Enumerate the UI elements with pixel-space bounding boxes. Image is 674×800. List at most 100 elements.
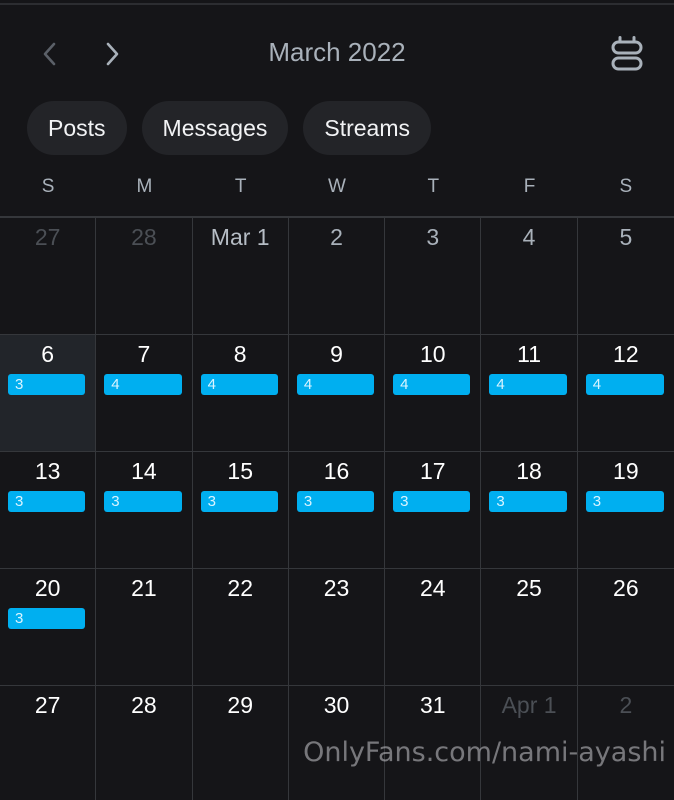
weekday-label: M [136, 176, 153, 197]
day-cell[interactable]: 30 [289, 686, 386, 800]
weekday-header: S M T W T F S [0, 176, 674, 198]
event-count-badge[interactable]: 3 [296, 491, 375, 512]
view-toggle-button[interactable] [604, 32, 650, 76]
day-cell[interactable]: 84 [192, 335, 289, 452]
day-number: 11 [517, 341, 541, 367]
day-cell[interactable]: 18 3 [481, 452, 578, 569]
event-count-badge[interactable]: 3 [8, 608, 86, 629]
day-cell[interactable]: 20 3 [0, 569, 97, 686]
weekday-label: S [41, 176, 55, 197]
filter-chip-streams[interactable]: Streams [303, 101, 431, 155]
day-cell[interactable]: 21 [96, 569, 193, 686]
event-count-badge[interactable]: 3 [489, 491, 567, 512]
day-number: 12 [613, 341, 639, 367]
day-cell[interactable]: 16 3 [288, 452, 386, 569]
day-cell[interactable]: 4 [481, 218, 578, 335]
day-number: 28 [131, 692, 157, 718]
day-number: 9 [330, 341, 343, 367]
weekday-label: W [328, 176, 346, 197]
day-cell[interactable]: 74 [96, 335, 193, 452]
day-cell[interactable]: 63 [0, 335, 97, 452]
filter-chip-posts[interactable]: Posts [27, 101, 127, 155]
weekday-label: F [523, 176, 536, 197]
day-cell[interactable]: 17 3 [385, 452, 482, 569]
day-number: 8 [233, 341, 247, 367]
day-number: 20 [34, 575, 61, 601]
day-cell[interactable]: 27 [0, 686, 97, 800]
day-cell[interactable]: 29 [193, 686, 289, 800]
day-number: 2 [619, 692, 633, 718]
event-count-badge[interactable]: 3 [200, 491, 278, 512]
previous-month-button[interactable] [30, 34, 70, 74]
day-cell[interactable]: 94 [288, 335, 386, 452]
day-number: 21 [131, 575, 157, 601]
event-count-badge[interactable]: 4 [393, 374, 471, 395]
day-number: 31 [419, 692, 446, 718]
day-number: 29 [227, 692, 253, 718]
day-cell[interactable]: 25 [481, 569, 578, 686]
day-cell[interactable]: 26 [577, 569, 674, 686]
event-count-badge[interactable]: 4 [489, 374, 567, 395]
day-number: 24 [419, 575, 446, 601]
day-cell[interactable]: Mar 1 [192, 218, 289, 335]
day-number: 22 [227, 575, 253, 601]
day-cell[interactable]: 12 4 [577, 335, 674, 452]
day-cell[interactable]: 24 [385, 569, 482, 686]
event-count-badge[interactable]: 3 [8, 491, 86, 512]
day-number: 27 [34, 224, 61, 250]
day-cell[interactable]: 15 3 [192, 452, 289, 569]
day-number: 17 [419, 458, 446, 484]
event-count-badge[interactable]: 3 [104, 491, 182, 512]
next-month-button[interactable] [92, 34, 132, 74]
day-number: 16 [323, 458, 350, 484]
day-number: 15 [227, 458, 253, 484]
calendar-header: March 2022 [0, 20, 674, 86]
top-divider [0, 3, 674, 5]
day-number: 7 [137, 341, 151, 367]
calendar-view-toggle-icon [611, 36, 643, 71]
day-cell[interactable]: 5 [577, 218, 674, 335]
day-number: 19 [613, 458, 639, 484]
day-cell[interactable]: 2 [288, 218, 386, 335]
weekday-label: T [234, 176, 247, 197]
day-number: 10 [419, 341, 446, 367]
day-cell[interactable]: 28 [96, 218, 193, 335]
event-count-badge[interactable]: 4 [200, 374, 278, 395]
weekday-label: T [427, 176, 440, 197]
day-number: 3 [426, 224, 440, 250]
day-cell[interactable]: 23 [288, 569, 386, 686]
day-number: 13 [34, 458, 61, 484]
event-count-badge[interactable]: 3 [8, 374, 86, 395]
day-cell[interactable]: 28 [96, 686, 193, 800]
day-number: 25 [516, 575, 542, 601]
day-cell[interactable]: 14 3 [96, 452, 193, 569]
event-count-badge[interactable]: 4 [585, 374, 664, 395]
chevron-left-icon [43, 42, 56, 66]
day-cell[interactable]: 27 [0, 218, 97, 335]
event-count-badge[interactable]: 3 [585, 491, 664, 512]
day-number: 6 [41, 341, 55, 367]
filter-chips: Posts Messages Streams [27, 101, 431, 155]
day-number: 30 [323, 692, 350, 718]
day-cell[interactable]: 10 4 [385, 335, 482, 452]
day-cell[interactable]: 31 [385, 686, 482, 800]
day-number: Apr 1 [501, 692, 557, 718]
day-number: Mar 1 [210, 224, 270, 250]
day-number: 5 [619, 224, 633, 250]
day-number: 14 [131, 458, 157, 484]
day-cell[interactable]: 13 3 [0, 452, 97, 569]
weekday-label: S [619, 176, 633, 197]
day-number: 27 [34, 692, 61, 718]
day-cell[interactable]: Apr 1 [481, 686, 578, 800]
day-cell[interactable]: 22 [192, 569, 289, 686]
day-cell[interactable]: 11 4 [481, 335, 578, 452]
event-count-badge[interactable]: 3 [393, 491, 471, 512]
day-cell[interactable]: 2 [578, 686, 674, 800]
day-number: 28 [131, 224, 157, 250]
day-cell[interactable]: 3 [385, 218, 482, 335]
event-count-badge[interactable]: 4 [296, 374, 375, 395]
filter-chip-messages[interactable]: Messages [141, 101, 289, 155]
day-cell[interactable]: 19 3 [577, 452, 674, 569]
event-count-badge[interactable]: 4 [104, 374, 182, 395]
day-number: 4 [522, 224, 536, 250]
